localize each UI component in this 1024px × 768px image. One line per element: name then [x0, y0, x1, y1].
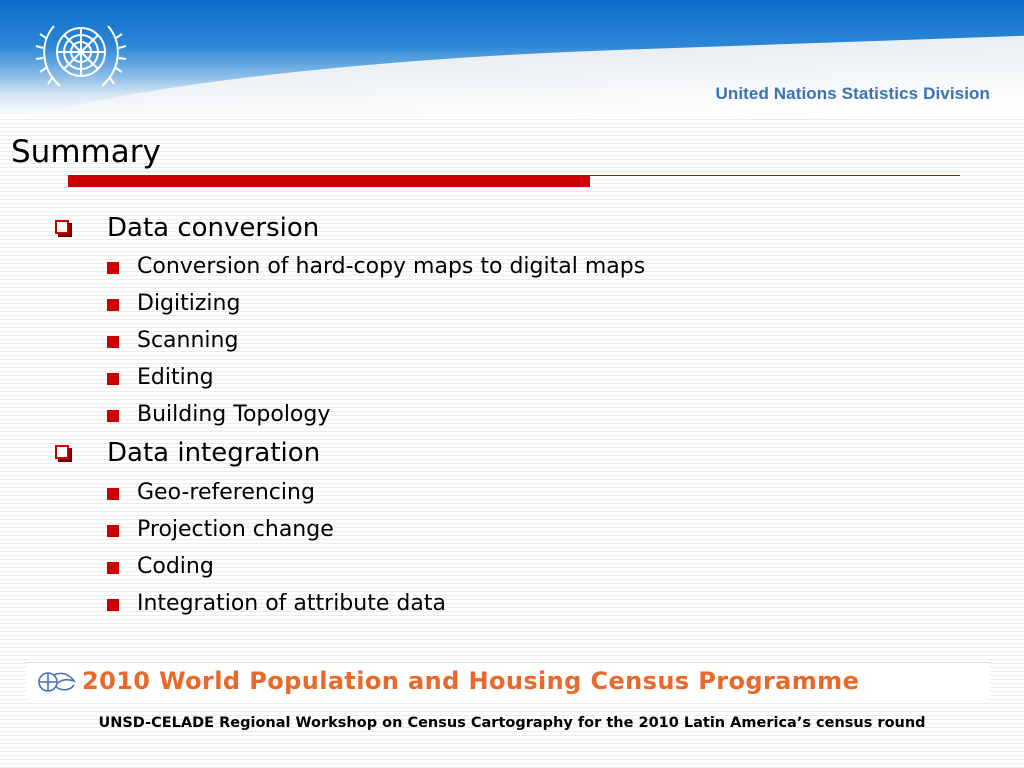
slide-header: United Nations Statistics Division [0, 0, 1024, 118]
list-item-text: Projection change [137, 517, 334, 542]
square-bullet-icon [107, 373, 119, 385]
list-item-text: Scanning [137, 328, 239, 353]
square-bullet-icon [107, 262, 119, 274]
section-label: Data integration [107, 438, 321, 468]
list-item-text: Integration of attribute data [137, 591, 446, 616]
list-item-text: Building Topology [137, 402, 331, 427]
un-emblem-icon [35, 25, 127, 87]
header-sweep [0, 31, 1024, 118]
slide-title: Summary [11, 134, 161, 170]
list-item-text: Digitizing [137, 291, 241, 316]
workshop-caption: UNSD-CELADE Regional Workshop on Census … [98, 715, 926, 731]
title-rule-thick [68, 176, 590, 187]
list-item-text: Geo-referencing [137, 480, 315, 505]
list-item-text: Conversion of hard-copy maps to digital … [137, 254, 646, 279]
banner-text: 2010 World Population and Housing Census… [82, 667, 860, 695]
section-label: Data conversion [107, 213, 320, 243]
square-bullet-icon [107, 599, 119, 611]
square-bullet-icon [107, 410, 119, 422]
checkbox-bullet-icon [55, 445, 72, 462]
checkbox-bullet-icon [55, 220, 72, 237]
square-bullet-icon [107, 525, 119, 537]
list-item-text: Coding [137, 554, 214, 579]
list-item-text: Editing [137, 365, 214, 390]
square-bullet-icon [107, 562, 119, 574]
organization-name: United Nations Statistics Division [715, 84, 990, 103]
square-bullet-icon [107, 299, 119, 311]
square-bullet-icon [107, 336, 119, 348]
square-bullet-icon [107, 488, 119, 500]
census-programme-banner: 2010 World Population and Housing Census… [26, 662, 990, 703]
census-programme-logo-icon [38, 672, 76, 692]
